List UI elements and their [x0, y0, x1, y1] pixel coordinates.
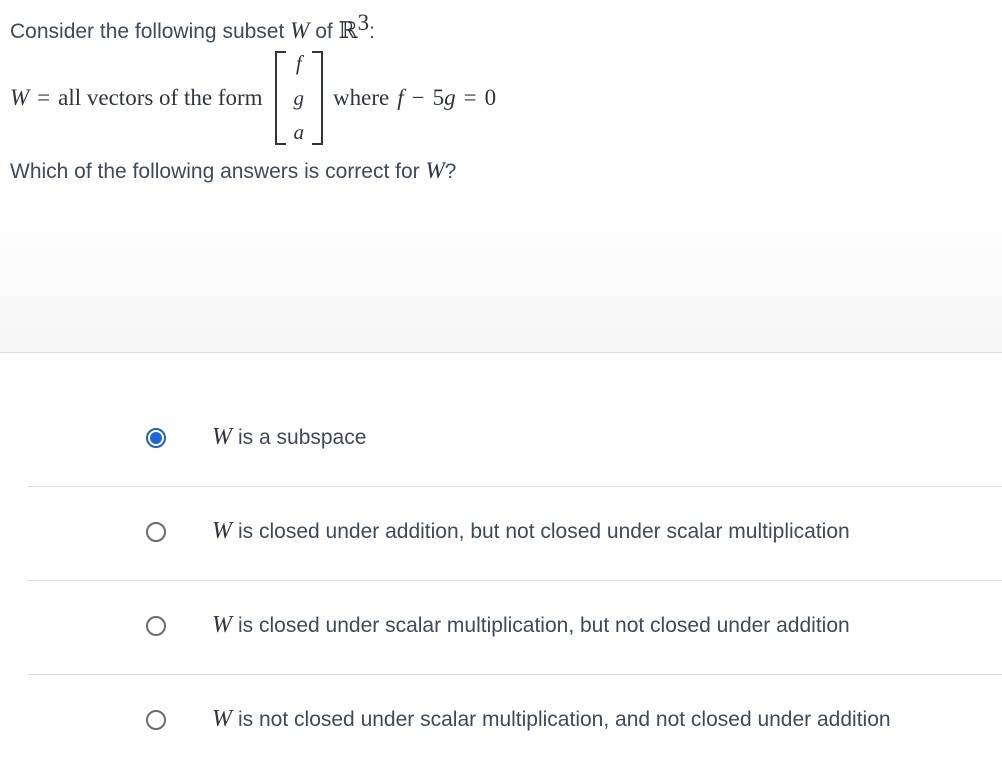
option-label: Wis a subspace: [212, 424, 366, 451]
def-text: all vectors of the form: [58, 85, 263, 110]
vector-entry-a: a: [293, 120, 305, 144]
intro-of: of: [315, 20, 333, 43]
vector-matrix: f g a: [274, 51, 324, 145]
where-text: where: [333, 85, 390, 110]
radio-button[interactable]: [146, 710, 166, 730]
option-label: Wis closed under addition, but not close…: [212, 518, 850, 545]
answer-options: Wis a subspace Wis closed under addition…: [28, 393, 1002, 768]
radio-button[interactable]: [146, 616, 166, 636]
cond-op: −: [411, 85, 425, 110]
option-var: W: [212, 518, 232, 544]
option-text: is not closed under scalar multiplicatio…: [238, 708, 891, 731]
cond-coef: 5: [432, 85, 445, 110]
radio-button-selected[interactable]: [146, 428, 166, 448]
option-var: W: [212, 612, 232, 638]
vector-entry-g: g: [293, 85, 305, 110]
question-prompt: Which of the following answers is correc…: [10, 158, 456, 184]
cond-g: g: [444, 85, 456, 110]
option-label: Wis not closed under scalar multiplicati…: [212, 706, 891, 733]
option-text: is closed under scalar multiplication, b…: [238, 614, 850, 637]
intro-prefix: Consider the following subset: [10, 20, 285, 43]
def-eq: =: [37, 85, 51, 110]
right-bracket: [312, 51, 324, 145]
prompt-suffix: ?: [444, 160, 457, 183]
cond-rhs: 0: [484, 85, 497, 110]
question-intro: Consider the following subset W of ℝ3:: [10, 10, 375, 44]
radio-button[interactable]: [146, 522, 166, 542]
vector-entry-f: f: [295, 51, 302, 75]
subset-definition: W = all vectors of the form f g a where …: [10, 50, 496, 146]
answer-option-2[interactable]: Wis closed under addition, but not close…: [28, 487, 1002, 581]
prompt-prefix: Which of the following answers is correc…: [10, 160, 420, 183]
intro-var: W: [290, 18, 310, 43]
option-text: is closed under addition, but not closed…: [238, 520, 850, 543]
answer-option-4[interactable]: Wis not closed under scalar multiplicati…: [28, 675, 1002, 768]
intro-exponent: 3: [357, 10, 370, 35]
option-var: W: [212, 706, 232, 732]
intro-suffix: :: [369, 20, 376, 43]
option-text: is a subspace: [238, 426, 367, 449]
option-label: Wis closed under scalar multiplication, …: [212, 612, 850, 639]
intro-space: ℝ: [338, 18, 358, 44]
prompt-var: W: [425, 158, 445, 183]
cond-f: f: [397, 85, 404, 110]
option-var: W: [212, 424, 232, 450]
def-var: W: [10, 85, 30, 110]
question-panel: Consider the following subset W of ℝ3: W…: [0, 0, 1002, 353]
cond-eq: =: [463, 85, 477, 110]
left-bracket: [274, 51, 286, 145]
answer-option-3[interactable]: Wis closed under scalar multiplication, …: [28, 581, 1002, 675]
answer-option-1[interactable]: Wis a subspace: [28, 393, 1002, 487]
